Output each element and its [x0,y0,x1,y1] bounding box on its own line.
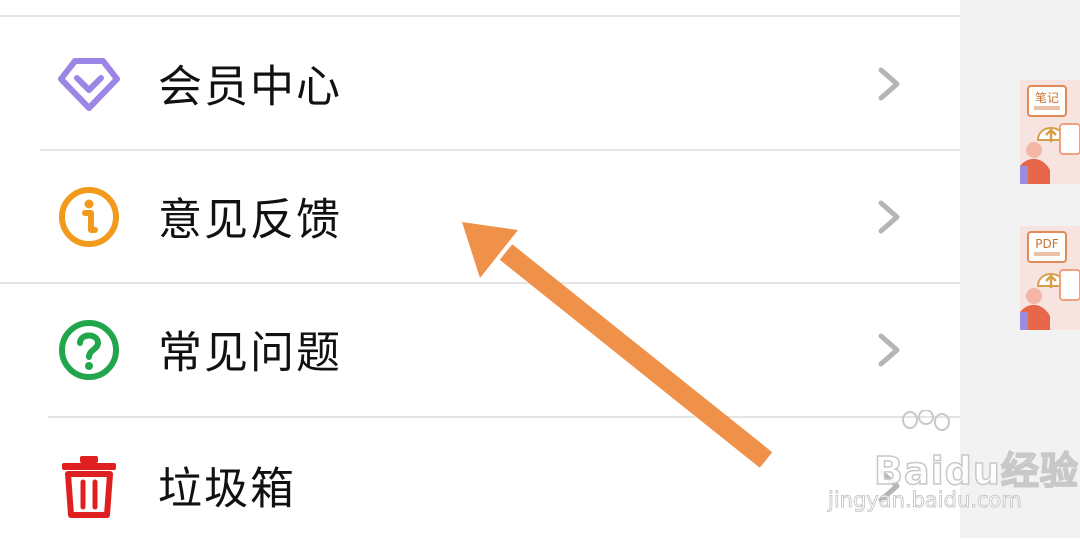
vip-diamond-icon [58,58,120,111]
menu-item-feedback[interactable]: 意见反馈 [0,151,960,283]
menu-item-label: 垃圾箱 [158,463,296,515]
chevron-right-icon [878,67,900,101]
baidu-watermark: Baidu经验 jingyan.baidu.com [826,410,1079,520]
thumbnail-label: PDF [1035,237,1058,251]
help-circle-icon [59,320,119,380]
watermark-brand: Baidu经验 [873,448,1079,494]
divider [48,416,960,418]
menu-item-vip-center[interactable]: 会员中心 [0,18,960,150]
watermark-url: jingyan.baidu.com [828,488,1023,513]
chevron-right-icon [878,200,900,234]
trash-icon [62,456,116,518]
divider [0,15,960,17]
menu-item-label: 会员中心 [158,61,342,113]
menu-item-trash[interactable]: 垃圾箱 [0,420,960,552]
chevron-right-icon [878,333,900,367]
thumbnail-label: 笔记 [1035,90,1059,105]
info-circle-icon [59,187,119,247]
menu-item-label: 意见反馈 [158,194,342,246]
settings-menu: 会员中心 意见反馈 常见问题 垃圾箱 [0,0,960,538]
menu-item-label: 常见问题 [158,327,342,379]
note-document-thumbnail[interactable]: 笔记 [1020,80,1080,184]
pdf-document-thumbnail[interactable]: PDF [1020,226,1080,330]
menu-item-faq[interactable]: 常见问题 [0,284,960,416]
